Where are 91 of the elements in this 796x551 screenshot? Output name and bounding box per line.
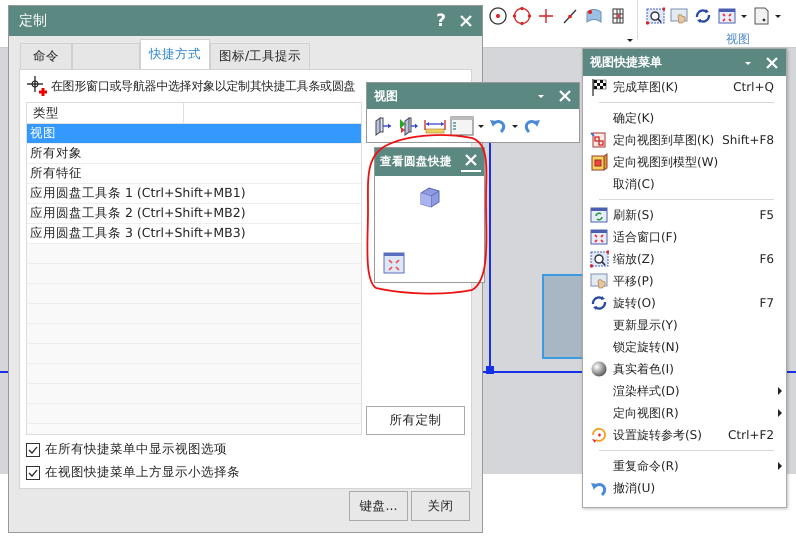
group-label: 视图 (726, 31, 750, 48)
rotate-reference-icon (589, 425, 609, 445)
menu-item-label: 取消(C) (613, 176, 656, 192)
list-row[interactable]: 应用圆盘工具条 3 (Ctrl+Shift+MB3) (27, 224, 361, 244)
shortcut-text: F6 (759, 252, 774, 266)
menu-item[interactable]: 定向视图到草图(K) Shift+F8 (583, 129, 786, 151)
list-row[interactable]: 所有对象 (27, 144, 361, 164)
tab[interactable]: 图标/工具提示 (210, 43, 310, 69)
fit-icon[interactable] (717, 6, 737, 26)
fit-icon (589, 227, 609, 247)
list-row[interactable]: 应用圆盘工具条 2 (Ctrl+Shift+MB2) (27, 204, 361, 224)
shortcut-text: Ctrl+Q (733, 80, 774, 94)
box-arrow-icon[interactable] (398, 115, 420, 137)
caret-icon[interactable] (626, 36, 634, 42)
list-row[interactable]: 所有特征 (27, 164, 361, 184)
menu-item[interactable]: 取消(C) (583, 173, 786, 195)
surface-icon[interactable] (584, 6, 604, 26)
menu-item[interactable]: 缩放(Z) F6 (583, 248, 786, 270)
window-title: 定制 (19, 12, 48, 30)
menu-item-label: 适合窗口(F) (613, 228, 678, 246)
menu-item[interactable]: 旋转(O) F7 (583, 292, 786, 314)
menu-item-label: 刷新(S) (613, 206, 655, 224)
point-icon[interactable] (488, 6, 508, 26)
menu-item[interactable]: 锁定旋转(N) (583, 336, 786, 358)
fit-icon[interactable] (383, 252, 405, 274)
menu-item[interactable]: 适合窗口(F) (583, 226, 786, 248)
shortcut-text: F5 (759, 208, 774, 222)
menu-item-label: 更新显示(Y) (613, 316, 679, 334)
tab[interactable]: 命令 (20, 43, 72, 69)
menu-item[interactable]: 设置旋转参考(S) Ctrl+F2 (583, 424, 786, 446)
menu-item-label: 确定(K) (613, 110, 656, 126)
menu-item[interactable]: 刷新(S) F5 (583, 204, 786, 226)
menu-item-label: 平移(P) (613, 272, 655, 290)
window-title: 查看圆盘快捷 (380, 155, 453, 169)
checkbox-label: 在所有快捷菜单中显示视图选项 (45, 441, 227, 458)
close-icon[interactable] (764, 54, 780, 70)
help-button[interactable]: ? (436, 11, 446, 31)
shortcut-text: F7 (759, 296, 774, 310)
close-button[interactable]: 关闭 (411, 491, 470, 521)
menu-item-label: 旋转(O) (613, 294, 657, 312)
close-icon[interactable] (461, 152, 481, 172)
menu-item-label: 缩放(Z) (613, 250, 656, 268)
crosshair-icon (26, 75, 48, 97)
menu-item[interactable]: 定向视图(R) (583, 402, 786, 424)
menu-item[interactable]: 更新显示(Y) (583, 314, 786, 336)
menu-item-label: 重复命令(R) (613, 458, 680, 474)
menu-item[interactable]: 渲染样式(D) (583, 380, 786, 402)
shortcut-text: Shift+F8 (722, 133, 774, 147)
plus-icon[interactable] (536, 6, 556, 26)
shortcut-text: Ctrl+F2 (728, 428, 774, 442)
close-icon[interactable] (557, 88, 573, 104)
window-icon[interactable] (450, 115, 474, 137)
zoom-icon (589, 249, 609, 269)
checkbox-label: 在视图快捷菜单上方显示小选择条 (45, 464, 240, 481)
caret-icon[interactable] (511, 123, 519, 129)
pan-icon (589, 271, 609, 291)
checkbox[interactable] (26, 442, 40, 456)
customize-all-button[interactable]: 所有定制 (366, 406, 465, 435)
close-icon[interactable] (458, 13, 474, 29)
caret-icon[interactable] (740, 13, 748, 19)
menu-item[interactable]: 平移(P) (583, 270, 786, 292)
menu-item-label: 定向视图(R) (613, 404, 680, 422)
menu-item-label: 真实着色(I) (613, 360, 675, 378)
refresh-icon (589, 205, 609, 225)
menu-item[interactable]: 定向视图到模型(W) (583, 151, 786, 173)
keyboard-button[interactable]: 键盘... (349, 491, 408, 521)
menu-item-label: 完成草图(K) (613, 78, 680, 96)
menu-item[interactable]: 撤消(U) (583, 477, 786, 499)
caret-icon[interactable] (774, 13, 782, 19)
hint-text: 在图形窗口或导航器中选择对象以定制其快捷工具条或圆盘 (51, 78, 356, 94)
circle-icon[interactable] (512, 6, 532, 26)
menu-item-label: 锁定旋转(N) (613, 338, 680, 356)
menu-item[interactable]: 完成草图(K) Ctrl+Q (583, 76, 786, 98)
sketch-point (486, 366, 494, 374)
menu-item-label: 定向视图到模型(W) (613, 154, 720, 170)
menu-item[interactable]: 重复命令(R) (583, 455, 786, 477)
window-title: 视图 (374, 88, 399, 104)
sphere-icon (589, 359, 609, 379)
menu-item[interactable]: 真实着色(I) (583, 358, 786, 380)
menu-item[interactable]: 确定(K) (583, 107, 786, 129)
zoom-icon[interactable] (645, 6, 665, 26)
caret-icon[interactable] (477, 123, 485, 129)
menu-title: 视图快捷菜单 (590, 55, 663, 70)
menu-item-label: 设置旋转参考(S) (613, 426, 703, 444)
menu-item-label: 渲染样式(D) (613, 382, 681, 400)
tab[interactable]: 快捷方式 (140, 39, 210, 69)
list-row[interactable]: 应用圆盘工具条 1 (Ctrl+Shift+MB1) (27, 184, 361, 204)
orient-model-icon (589, 152, 609, 172)
checkbox[interactable] (26, 466, 40, 480)
menu-item-label: 定向视图到草图(K) (612, 132, 714, 148)
menu-item-label: 撤消(U) (613, 480, 656, 496)
